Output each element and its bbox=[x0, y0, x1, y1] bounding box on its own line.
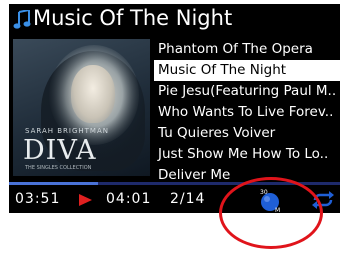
play-icon[interactable] bbox=[79, 194, 92, 206]
track-position: 2/14 bbox=[170, 191, 206, 207]
track-item-selected[interactable]: Music Of The Night bbox=[154, 60, 340, 81]
album-art: SARAH BRIGHTMAN DIVA THE SINGLES COLLECT… bbox=[13, 39, 150, 176]
track-item[interactable]: Just Show Me How To Lo.. bbox=[154, 144, 340, 165]
track-item[interactable]: Who Wants To Live Forev.. bbox=[154, 102, 340, 123]
title-bar: Music Of The Night bbox=[9, 4, 340, 34]
elapsed-time: 03:51 bbox=[15, 191, 61, 207]
track-list: Phantom Of The Opera Music Of The Night … bbox=[154, 36, 340, 183]
track-item[interactable]: Phantom Of The Opera bbox=[154, 39, 340, 60]
album-art-artist: SARAH BRIGHTMAN bbox=[25, 127, 109, 135]
track-item[interactable]: Tu Quieres Voiver bbox=[154, 123, 340, 144]
now-playing-title: Music Of The Night bbox=[33, 6, 233, 30]
track-item[interactable]: Pie Jesu(Featuring Paul M.. bbox=[154, 81, 340, 102]
album-art-title: DIVA bbox=[23, 135, 97, 166]
album-art-face bbox=[71, 65, 115, 123]
album-art-subtitle: THE SINGLES COLLECTION bbox=[25, 165, 92, 171]
music-note-icon bbox=[13, 10, 31, 29]
highlight-circle-annotation bbox=[219, 177, 323, 249]
total-time: 04:01 bbox=[106, 191, 152, 207]
